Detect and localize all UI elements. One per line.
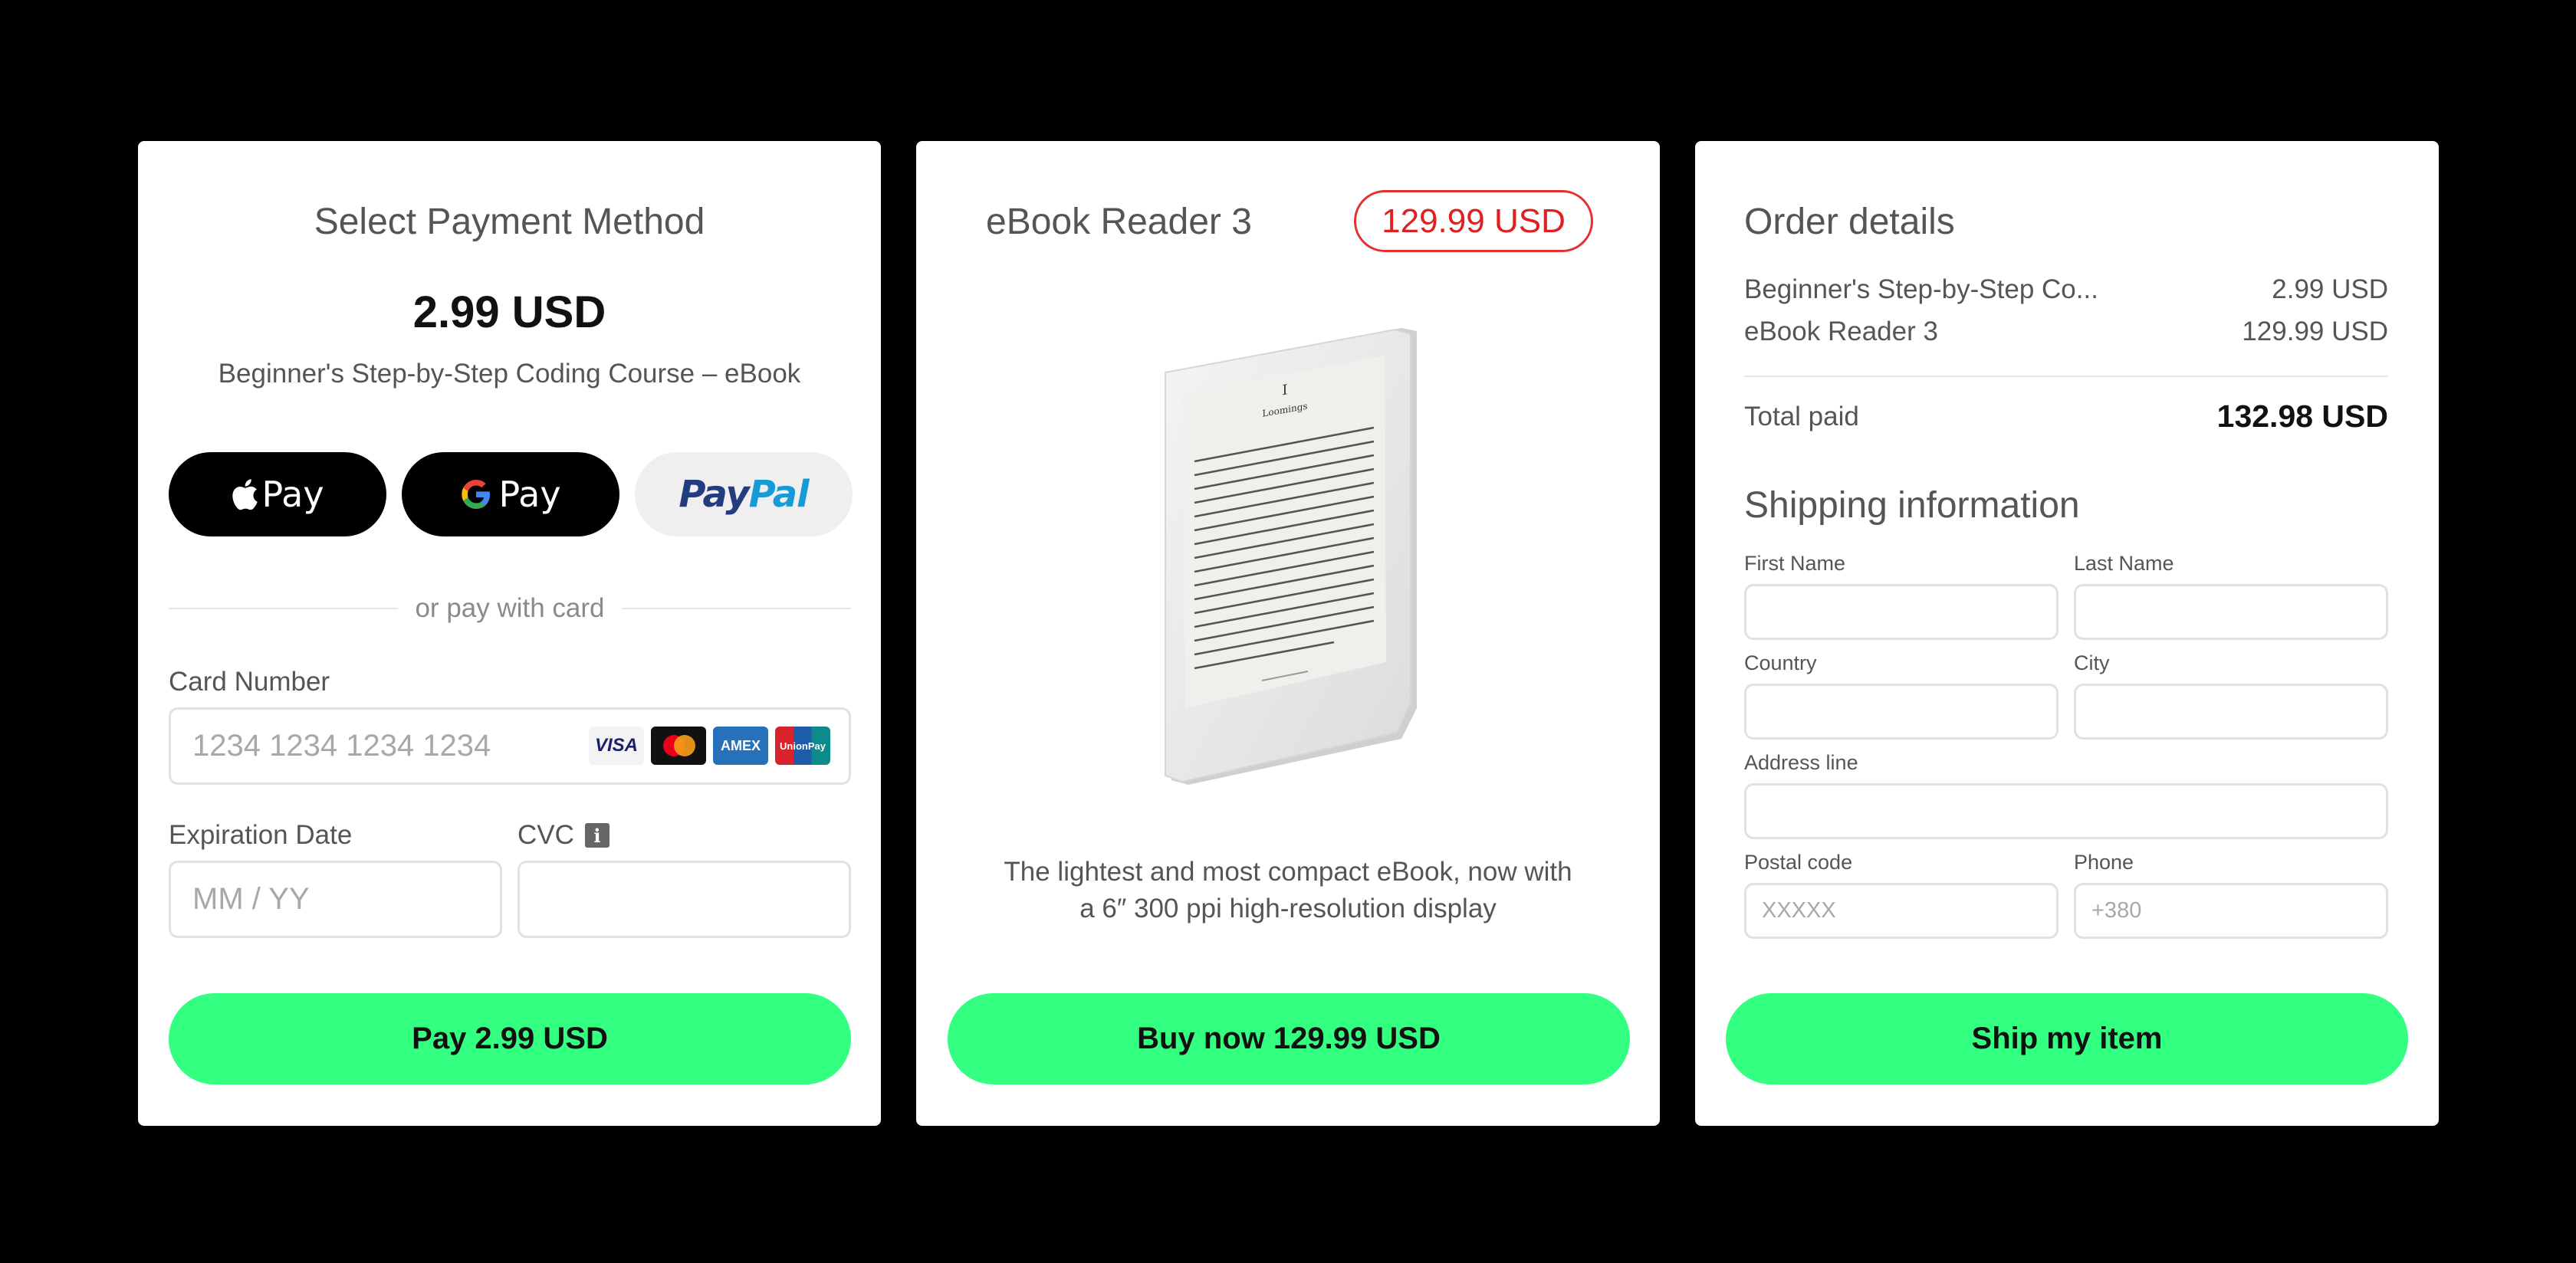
apple-pay-button[interactable]: Pay <box>169 452 386 536</box>
ebook-reader-image: I Loomings <box>1165 328 1417 785</box>
ship-my-item-button[interactable]: Ship my item <box>1726 993 2408 1084</box>
info-icon[interactable]: i <box>584 823 610 848</box>
first-name-field[interactable] <box>1744 584 2058 640</box>
paypal-logo: PayPal <box>678 473 809 516</box>
order-divider <box>1744 376 2388 377</box>
postal-code-field[interactable] <box>1744 883 2058 939</box>
product-description-line-1: The lightest and most compact eBook, now… <box>1004 857 1572 887</box>
cvc-label-row: CVC i <box>518 820 610 851</box>
unionpay-icon: UnionPay <box>775 727 830 765</box>
order-item-name: eBook Reader 3 <box>1744 317 1938 346</box>
expiration-date-label: Expiration Date <box>169 820 353 850</box>
order-details-card: Order details Beginner's Step-by-Step Co… <box>1695 141 2439 1126</box>
screen-chapter-number: I <box>1282 382 1287 399</box>
first-name-label: First Name <box>1744 552 1846 575</box>
buy-now-button[interactable]: Buy now 129.99 USD <box>948 993 1630 1084</box>
card-number-label: Card Number <box>169 667 330 697</box>
amex-icon: AMEX <box>713 727 768 765</box>
last-name-label: Last Name <box>2074 552 2174 575</box>
divider-text: or pay with card <box>415 593 605 623</box>
divider-line-right <box>621 608 851 609</box>
order-details-title: Order details <box>1744 202 1955 242</box>
shipping-info-title: Shipping information <box>1744 485 2080 526</box>
total-paid-value: 132.98 USD <box>2216 399 2388 434</box>
visa-icon: VISA <box>589 727 644 765</box>
payment-course-name: Beginner's Step-by-Step Coding Course – … <box>218 359 801 389</box>
order-item-price: 2.99 USD <box>2272 274 2388 304</box>
order-item-price: 129.99 USD <box>2242 317 2388 346</box>
google-g-icon <box>462 480 491 509</box>
divider-line-left <box>169 608 399 609</box>
mastercard-icon <box>651 727 706 765</box>
phone-label: Phone <box>2074 851 2134 874</box>
payment-method-card: Select Payment Method 2.99 USD Beginner'… <box>138 141 881 1126</box>
order-total-row: Total paid 132.98 USD <box>1744 399 2388 435</box>
google-pay-button[interactable]: Pay <box>402 452 619 536</box>
order-item-name: Beginner's Step-by-Step Co... <box>1744 274 2098 304</box>
order-line-item: Beginner's Step-by-Step Co... 2.99 USD <box>1744 274 2388 305</box>
last-name-field[interactable] <box>2074 584 2388 640</box>
address-line-field[interactable] <box>1744 783 2388 839</box>
city-field[interactable] <box>2074 684 2388 740</box>
payment-card-title: Select Payment Method <box>314 202 705 242</box>
total-paid-label: Total paid <box>1744 401 1859 431</box>
product-title: eBook Reader 3 <box>986 202 1252 242</box>
cvc-input[interactable] <box>518 861 851 938</box>
google-pay-label: Pay <box>498 474 561 515</box>
pay-button[interactable]: Pay 2.99 USD <box>169 993 851 1084</box>
address-line-label: Address line <box>1744 751 1858 774</box>
paypal-button[interactable]: PayPal <box>635 452 853 536</box>
expiration-date-input[interactable] <box>169 861 502 938</box>
country-label: Country <box>1744 651 1817 674</box>
product-description: The lightest and most compact eBook, now… <box>916 854 1660 927</box>
apple-logo-icon <box>232 479 258 510</box>
card-divider: or pay with card <box>169 592 851 625</box>
price-badge: 129.99 USD <box>1354 190 1593 252</box>
product-card: eBook Reader 3 129.99 USD I Loomings The… <box>916 141 1660 1126</box>
payment-price: 2.99 USD <box>412 287 606 337</box>
card-brand-logos: VISA AMEX UnionPay <box>589 727 830 765</box>
order-line-item: eBook Reader 3 129.99 USD <box>1744 317 2388 347</box>
city-label: City <box>2074 651 2110 674</box>
apple-pay-label: Pay <box>261 474 324 515</box>
phone-field[interactable] <box>2074 883 2388 939</box>
cvc-label: CVC <box>518 820 574 850</box>
postal-code-label: Postal code <box>1744 851 1853 874</box>
country-field[interactable] <box>1744 684 2058 740</box>
product-description-line-2: a 6″ 300 ppi high-resolution display <box>1079 894 1497 923</box>
